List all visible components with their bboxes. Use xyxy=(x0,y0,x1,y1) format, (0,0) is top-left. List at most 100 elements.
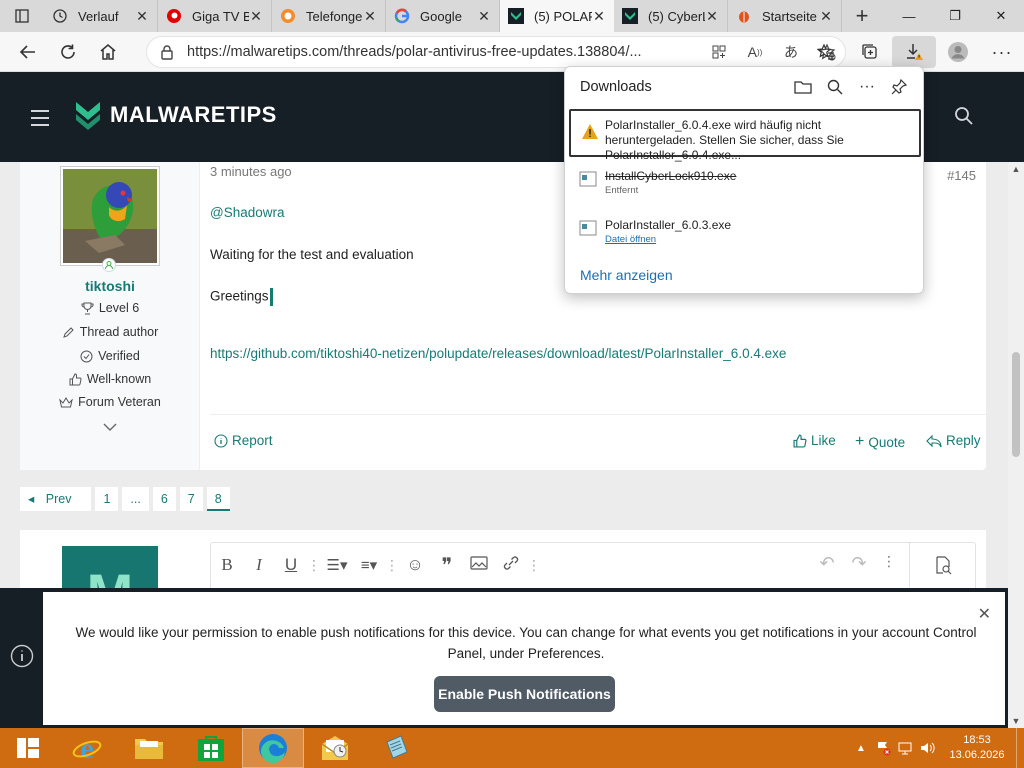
tab-cyberlock[interactable]: (5) CyberLock ✕ xyxy=(614,0,728,32)
taskbar-notepad[interactable] xyxy=(366,728,428,768)
bold-icon[interactable]: B xyxy=(211,555,243,575)
taskbar-mail[interactable] xyxy=(304,728,366,768)
more-options-icon[interactable]: ⋮ xyxy=(385,557,399,574)
read-aloud-icon[interactable]: A)) xyxy=(737,42,773,62)
like-button[interactable]: Like xyxy=(793,433,836,448)
more-options-icon[interactable]: ⋮ xyxy=(527,557,541,574)
prev-page-button[interactable]: ◂ Prev xyxy=(20,487,92,511)
tab-verlauf[interactable]: Verlauf ✕ xyxy=(44,0,158,32)
download-item[interactable]: PolarInstaller_6.0.3.exe Datei öffnen xyxy=(569,212,921,252)
enable-push-notifications-button[interactable]: Enable Push Notifications xyxy=(434,676,615,712)
taskbar-edge[interactable] xyxy=(242,728,304,768)
close-icon[interactable]: ✕ xyxy=(135,8,149,25)
emoji-icon[interactable]: ☺ xyxy=(399,555,431,575)
undo-icon[interactable]: ↶ xyxy=(811,553,843,574)
action-center-flag-icon[interactable] xyxy=(872,740,894,756)
download-item[interactable]: InstallCyberLock910.exe Entfernt xyxy=(569,163,921,203)
download-warning-item[interactable]: PolarInstaller_6.0.4.exe wird häufig nic… xyxy=(569,109,921,162)
scroll-up-arrow[interactable]: ▲ xyxy=(1008,164,1024,174)
post-mention[interactable]: @Shadowra xyxy=(210,205,285,220)
page-ellipsis[interactable]: ... xyxy=(122,487,149,511)
close-icon[interactable]: ✕ xyxy=(978,604,991,624)
open-file-link[interactable]: Datei öffnen xyxy=(605,234,656,245)
back-button[interactable] xyxy=(8,36,48,68)
italic-icon[interactable]: I xyxy=(243,555,275,575)
site-logo[interactable]: MALWARETIPS xyxy=(74,100,277,130)
taskbar-store[interactable] xyxy=(180,728,242,768)
page-link[interactable]: 1 xyxy=(95,487,119,511)
scrollbar-thumb[interactable] xyxy=(1012,352,1020,457)
address-bar[interactable]: https://malwaretips.com/threads/polar-an… xyxy=(146,36,846,68)
tab-title: Giga TV Basic xyxy=(192,8,249,24)
show-hidden-icons-icon[interactable]: ▲ xyxy=(850,743,872,754)
open-folder-icon[interactable] xyxy=(787,75,819,99)
taskbar-file-explorer[interactable] xyxy=(118,728,180,768)
page-link-current[interactable]: 8 xyxy=(206,487,230,511)
close-window-button[interactable]: ✕ xyxy=(978,0,1024,32)
tab-google[interactable]: Google ✕ xyxy=(386,0,500,32)
username[interactable]: tiktoshi xyxy=(20,278,200,294)
page-scrollbar[interactable]: ▲ ▼ xyxy=(1008,162,1024,728)
show-more-link[interactable]: Mehr anzeigen xyxy=(580,267,673,283)
taskbar-internet-explorer[interactable]: e xyxy=(56,728,118,768)
page-link[interactable]: 6 xyxy=(152,487,176,511)
network-icon[interactable] xyxy=(894,740,916,756)
image-icon[interactable] xyxy=(463,555,495,575)
search-icon[interactable] xyxy=(819,75,851,99)
tab-startseite[interactable]: Startseite ✕ xyxy=(728,0,842,32)
downloads-button[interactable] xyxy=(892,36,936,68)
chevron-down-icon[interactable] xyxy=(102,420,118,435)
post-timestamp[interactable]: 3 minutes ago xyxy=(210,164,292,179)
profile-button[interactable] xyxy=(936,36,980,68)
url-text[interactable]: https://malwaretips.com/threads/polar-an… xyxy=(187,44,701,60)
report-button[interactable]: Report xyxy=(214,433,273,448)
info-icon[interactable] xyxy=(10,644,34,671)
start-button[interactable] xyxy=(0,728,56,768)
redo-icon[interactable]: ↷ xyxy=(843,553,875,574)
reply-button[interactable]: Reply xyxy=(926,433,981,448)
more-options-icon[interactable]: ⋮ xyxy=(875,553,903,574)
align-icon[interactable]: ≡▾ xyxy=(353,556,385,574)
reload-button[interactable] xyxy=(48,36,88,68)
restore-button[interactable]: ❐ xyxy=(932,0,978,32)
collections-button[interactable] xyxy=(848,36,892,68)
page-link[interactable]: 7 xyxy=(179,487,203,511)
tab-actions-button[interactable] xyxy=(0,0,44,32)
preview-button[interactable] xyxy=(909,543,975,587)
show-desktop-button[interactable] xyxy=(1016,728,1024,768)
site-search-button[interactable] xyxy=(954,106,974,129)
app-available-icon[interactable] xyxy=(701,42,737,62)
underline-icon[interactable]: U xyxy=(275,555,307,575)
close-icon[interactable]: ✕ xyxy=(705,8,719,25)
close-icon[interactable]: ✕ xyxy=(249,8,263,25)
lock-icon[interactable] xyxy=(147,44,187,60)
avatar[interactable] xyxy=(60,166,160,266)
tab-giga-tv[interactable]: Giga TV Basic ✕ xyxy=(158,0,272,32)
info-icon xyxy=(214,433,228,448)
link-icon[interactable] xyxy=(495,555,527,576)
close-icon[interactable]: ✕ xyxy=(477,8,491,25)
taskbar-clock[interactable]: 18:53 13.06.2026 xyxy=(938,733,1016,763)
new-tab-button[interactable]: + xyxy=(842,0,882,32)
settings-more-button[interactable]: ··· xyxy=(980,36,1024,68)
scroll-down-arrow[interactable]: ▼ xyxy=(1008,716,1024,726)
menu-icon[interactable] xyxy=(31,110,49,131)
pin-icon[interactable] xyxy=(883,75,915,99)
tab-polar[interactable]: (5) POLAR ✕ xyxy=(500,0,614,32)
close-icon[interactable]: ✕ xyxy=(363,8,377,25)
tab-telefongeraete[interactable]: Telefongeräte ✕ xyxy=(272,0,386,32)
post-number[interactable]: #145 xyxy=(947,168,976,183)
favorites-button[interactable] xyxy=(804,36,848,68)
minimize-button[interactable]: — xyxy=(886,0,932,32)
close-icon[interactable]: ✕ xyxy=(592,8,606,25)
home-button[interactable] xyxy=(88,36,128,68)
quote-icon[interactable]: ❞ xyxy=(431,553,463,578)
post-link[interactable]: https://github.com/tiktoshi40-netizen/po… xyxy=(210,346,786,361)
more-options-icon[interactable]: ··· xyxy=(851,75,883,99)
quote-button[interactable]: + Quote xyxy=(855,433,905,451)
list-icon[interactable]: ☰▾ xyxy=(321,556,353,574)
more-options-icon[interactable]: ⋮ xyxy=(307,557,321,574)
close-icon[interactable]: ✕ xyxy=(819,8,833,25)
volume-icon[interactable] xyxy=(916,740,938,756)
reply-editor[interactable]: B I U ⋮ ☰▾ ≡▾ ⋮ ☺ ❞ ⋮ ↶ ↷ ⋮ xyxy=(210,542,976,588)
